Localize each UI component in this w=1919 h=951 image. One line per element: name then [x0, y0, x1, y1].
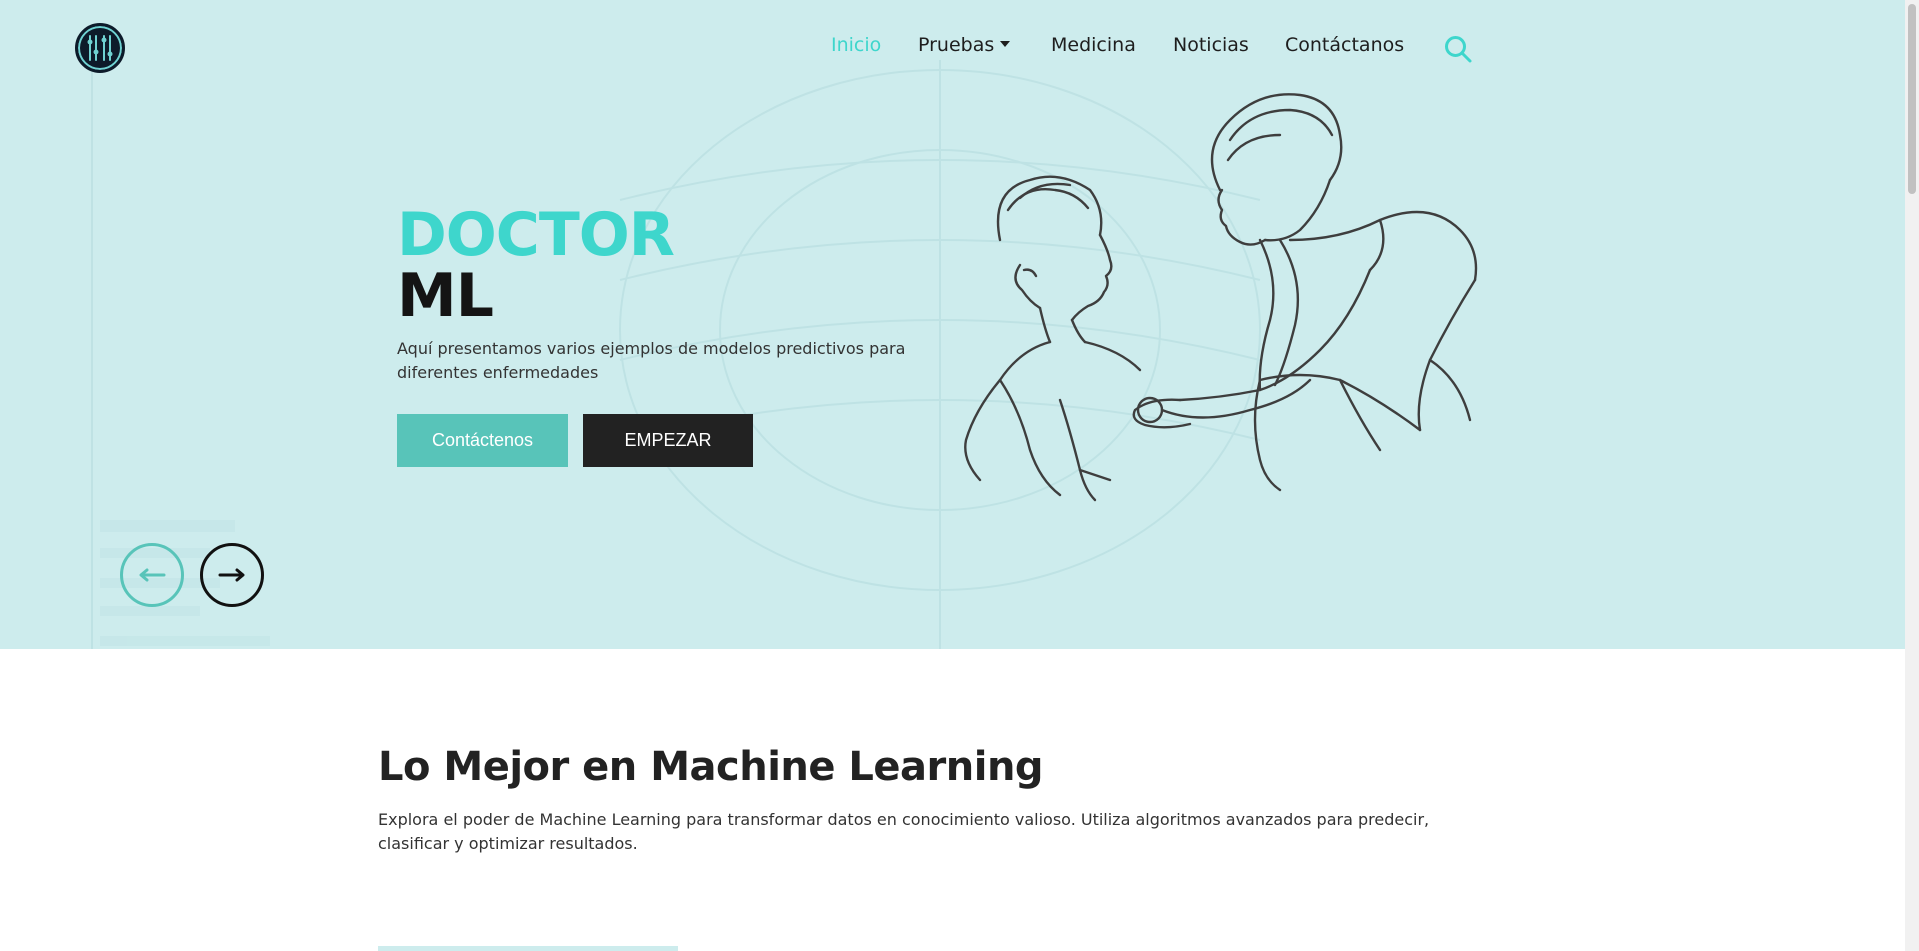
carousel-prev-button[interactable] — [120, 543, 184, 607]
hero-section: Inicio Pruebas Medicina Noticias Contáct… — [0, 0, 1905, 649]
circuit-logo-icon[interactable] — [75, 23, 125, 73]
nav-item-pruebas[interactable]: Pruebas — [918, 34, 1011, 56]
arrow-left-icon — [139, 568, 166, 582]
hero-title-doctor: DOCTOR — [397, 200, 675, 270]
nav-item-noticias[interactable]: Noticias — [1173, 34, 1249, 56]
arrow-right-icon — [218, 568, 245, 582]
contact-button[interactable]: Contáctenos — [397, 414, 568, 467]
nav-item-pruebas-label: Pruebas — [918, 34, 995, 56]
start-button[interactable]: EMPEZAR — [583, 414, 753, 467]
carousel-next-button[interactable] — [200, 543, 264, 607]
doctor-patient-illustration — [964, 93, 1478, 502]
section-title: Lo Mejor en Machine Learning — [378, 744, 1044, 790]
page-scrollbar[interactable] — [1905, 0, 1919, 951]
caret-down-icon — [1000, 40, 1011, 47]
nav-item-contactanos[interactable]: Contáctanos — [1285, 34, 1404, 56]
nav-item-medicina[interactable]: Medicina — [1051, 34, 1136, 56]
search-icon[interactable] — [1443, 34, 1473, 64]
section-description: Explora el poder de Machine Learning par… — [378, 810, 1430, 853]
hero-description: Aquí presentamos varios ejemplos de mode… — [397, 339, 906, 382]
scrollbar-thumb[interactable] — [1908, 4, 1916, 194]
section-card-top — [378, 946, 678, 951]
hero-title-ml: ML — [397, 261, 494, 331]
hero-background-pattern — [91, 60, 1261, 649]
nav-item-inicio[interactable]: Inicio — [831, 34, 881, 56]
